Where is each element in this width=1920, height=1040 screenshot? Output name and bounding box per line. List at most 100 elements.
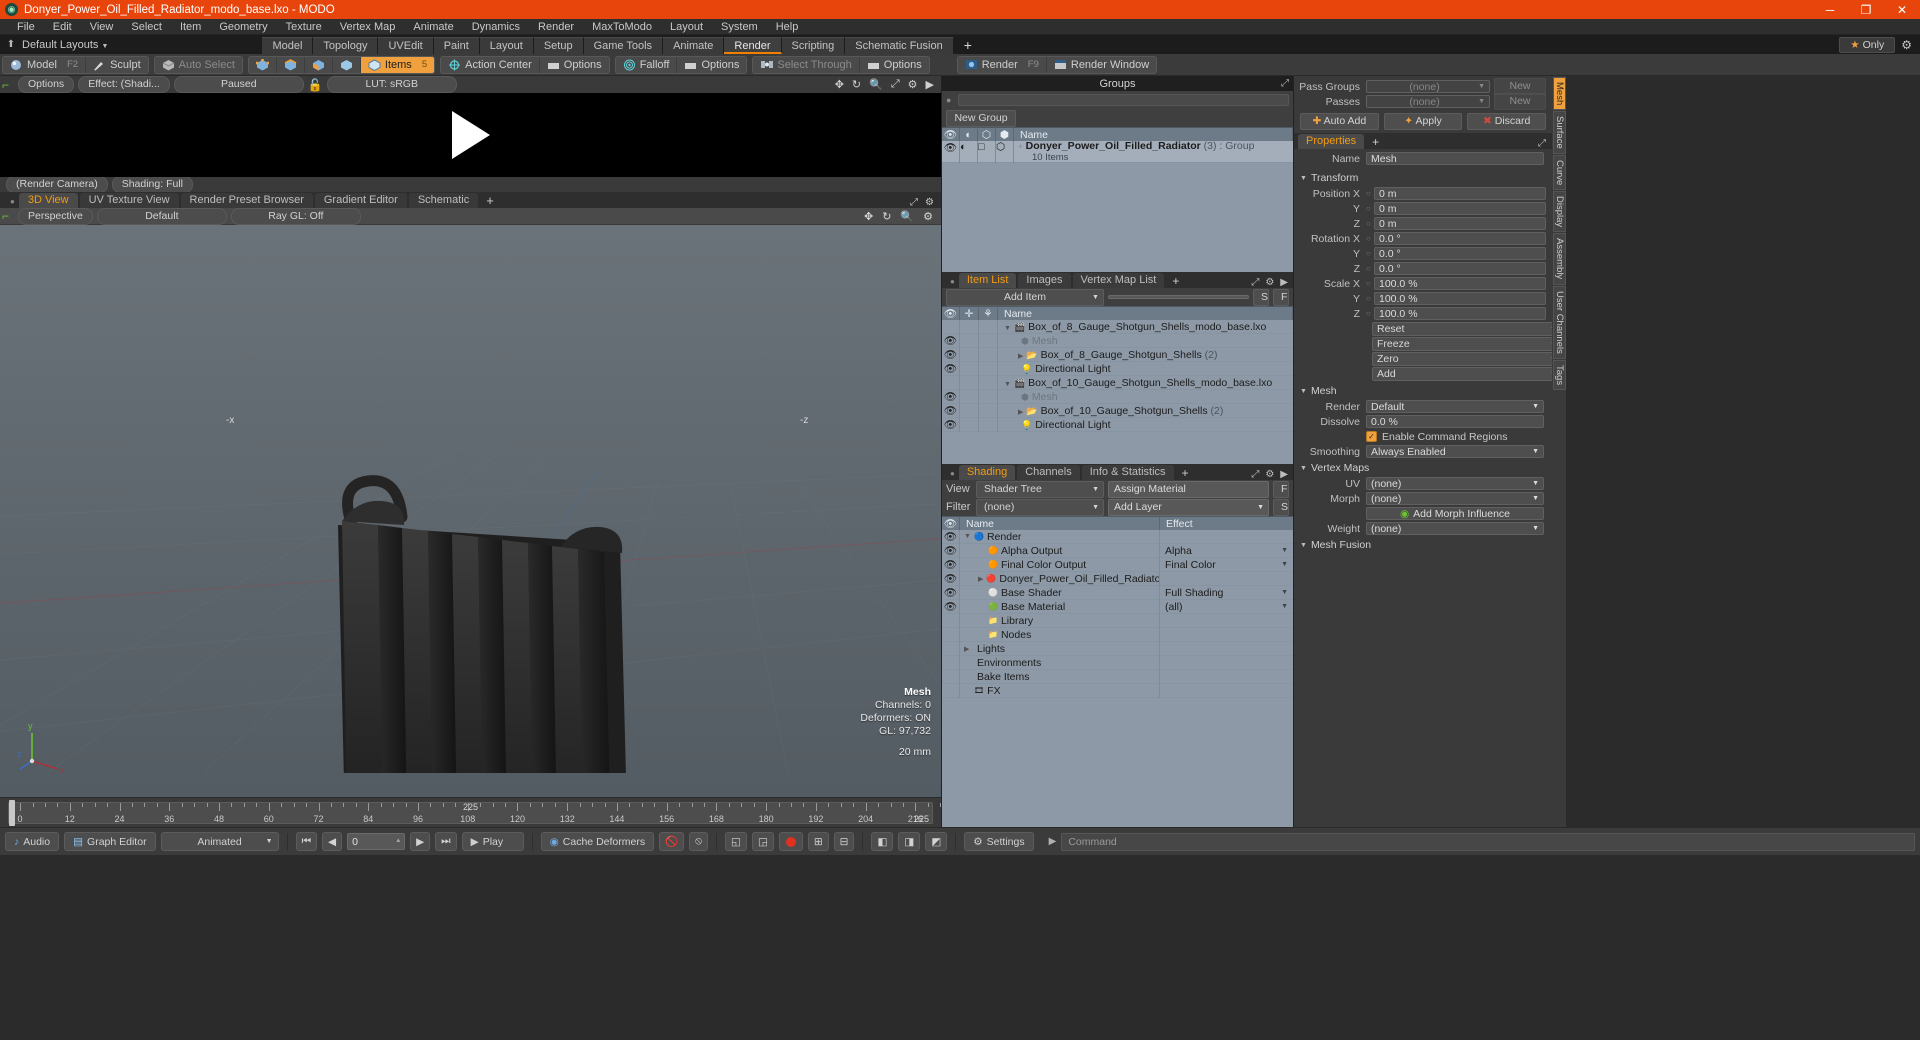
action-center-button[interactable]: Action Center — [441, 56, 540, 73]
groups-list-body[interactable]: 👁 ◐ □ ⬡ + Donyer_Power_Oil_Filled_Radiator (3… — [942, 141, 1293, 272]
shading-tree-row[interactable]: 👁 🟢 Base Material (all) ▼ — [942, 599, 1293, 614]
autokey-all-button[interactable]: ◧ — [871, 832, 894, 851]
menu-animate[interactable]: Animate — [404, 19, 462, 35]
item-axis-toggle[interactable] — [979, 389, 998, 404]
edges-mode-button[interactable] — [277, 56, 305, 73]
falloff-options-button[interactable]: Options — [677, 57, 746, 73]
item-lock-toggle[interactable] — [960, 375, 979, 390]
item-visibility-toggle[interactable]: 👁 — [942, 403, 960, 418]
layout-tab-render[interactable]: Render — [724, 37, 782, 54]
menu-texture[interactable]: Texture — [277, 19, 331, 35]
items-mode-button[interactable]: Items 5 — [360, 56, 435, 73]
graph-editor-button[interactable]: ▤ Graph Editor — [64, 832, 156, 851]
shading-dropdown[interactable]: Shading: Full — [111, 176, 193, 193]
rotation-z-anim-icon[interactable]: ○ — [1366, 264, 1374, 273]
item-visibility-toggle[interactable]: 👁 — [942, 333, 960, 348]
enable-command-regions-checkbox[interactable]: ✓ — [1366, 431, 1377, 442]
scale-y-anim-icon[interactable]: ○ — [1366, 294, 1374, 303]
rail-tab-user-channels[interactable]: User Channels — [1553, 285, 1566, 359]
position-z-anim-icon[interactable]: ○ — [1366, 219, 1374, 228]
shading-f-button[interactable]: F — [1273, 480, 1289, 498]
menu-view[interactable]: View — [81, 19, 123, 35]
weight-dropdown[interactable]: (none) ▼ — [1366, 522, 1544, 535]
play-triangle-icon[interactable] — [451, 111, 490, 159]
settings-button[interactable]: ⚙ Settings — [964, 832, 1034, 851]
position-x-input[interactable]: 0 m — [1374, 187, 1546, 200]
shading-tree-row[interactable]: Bake Items — [942, 669, 1293, 684]
shading-row-effect[interactable]: Final Color ▼ — [1160, 559, 1293, 571]
shading-tree-row[interactable]: Environments — [942, 655, 1293, 670]
gear-icon[interactable]: ⚙ — [1901, 38, 1912, 52]
group-shade-toggle[interactable]: □ — [978, 141, 996, 163]
shading-tree-row[interactable]: 📁 Library — [942, 613, 1293, 628]
gear-icon-preview[interactable]: ⚙ — [908, 78, 918, 91]
item-lock-toggle[interactable] — [960, 389, 979, 404]
layout-tab-model[interactable]: Model — [262, 37, 314, 54]
perspective-dropdown[interactable]: Perspective — [18, 207, 93, 225]
command-chevron-icon[interactable]: ▶ — [1039, 836, 1057, 847]
passes-new-button[interactable]: New — [1494, 93, 1546, 110]
viewport-tab-expand-icon[interactable]: ⤢ — [910, 197, 918, 208]
item-lock-toggle[interactable] — [960, 417, 979, 432]
item-list-row[interactable]: 👁 ▶ 📂 Box_of_10_Gauge_Shotgun_Shells (2) — [942, 403, 1293, 418]
shading-visibility-toggle[interactable] — [942, 641, 960, 656]
group-select-toggle[interactable]: ⬡ — [996, 141, 1014, 163]
name-input[interactable]: Mesh — [1366, 152, 1544, 165]
shading-visibility-toggle[interactable]: 👁 — [942, 557, 960, 572]
play-button[interactable]: ▶ Play — [461, 832, 524, 851]
render-window-button[interactable]: Render Window — [1047, 57, 1156, 73]
filter-items-input[interactable] — [1107, 295, 1249, 299]
shading-visibility-toggle[interactable] — [942, 655, 960, 670]
item-list-tab-item-list[interactable]: Item List — [958, 273, 1017, 288]
item-visibility-toggle[interactable]: 👁 — [942, 417, 960, 432]
rotation-x-anim-icon[interactable]: ○ — [1366, 234, 1374, 243]
group-expand-icon[interactable]: + — [1018, 142, 1023, 151]
group-render-toggle[interactable]: ◐ — [960, 141, 978, 163]
add-item-button[interactable]: Add Item ▼ — [946, 288, 1104, 306]
scale-y-input[interactable]: 100.0 % — [1374, 292, 1546, 305]
item-list-row[interactable]: 👁 💡 Directional Light — [942, 361, 1293, 376]
clear-cache-button[interactable]: 🚫 — [659, 832, 685, 851]
rotate-icon[interactable]: ↻ — [852, 78, 861, 91]
timeline[interactable]: 0 12 24 36 48 60 72 84 96 108 120 132 144 156 168 180 19… — [0, 797, 954, 827]
position-y-input[interactable]: 0 m — [1374, 202, 1546, 215]
item-visibility-toggle[interactable]: 👁 — [942, 389, 960, 404]
key-prev-button[interactable]: ◱ — [725, 832, 747, 851]
autokey-off-button[interactable]: ◩ — [925, 832, 948, 851]
timeline-ruler[interactable]: 0 12 24 36 48 60 72 84 96 108 120 132 144 156 168 180 19… — [8, 802, 954, 824]
menu-edit[interactable]: Edit — [44, 19, 81, 35]
rotation-x-input[interactable]: 0.0 ° — [1374, 232, 1546, 245]
minimize-button[interactable]: ─ — [1812, 0, 1848, 19]
mesh-smoothing-dropdown[interactable]: Always Enabled ▼ — [1366, 445, 1544, 458]
scale-x-input[interactable]: 100.0 % — [1374, 277, 1546, 290]
select-through-options-button[interactable]: Options — [860, 57, 929, 73]
layout-tab-setup[interactable]: Setup — [533, 37, 584, 54]
viewport-3d[interactable]: Mesh Channels: 0 Deformers: ON GL: 97,73… — [0, 225, 941, 797]
mesh-section-header[interactable]: ▼ Mesh — [1294, 382, 1566, 399]
viewport-gear-icon[interactable]: ⚙ — [923, 210, 933, 223]
fit-icon[interactable]: ⤢ — [891, 78, 900, 91]
transform-add-button[interactable]: Add▼ — [1372, 367, 1562, 381]
passes-dropdown[interactable]: (none) ▼ — [1366, 95, 1490, 108]
mesh-fusion-section-header[interactable]: ▼ Mesh Fusion — [1294, 536, 1566, 553]
viewport-pan-icon[interactable]: ✥ — [864, 210, 873, 223]
discard-button[interactable]: ✖ Discard — [1467, 112, 1547, 130]
vertex-maps-section-header[interactable]: ▼ Vertex Maps — [1294, 459, 1566, 476]
only-toggle[interactable]: ★ Only — [1839, 36, 1896, 53]
layout-tab-schematic-fusion[interactable]: Schematic Fusion — [845, 37, 954, 54]
rail-tab-assembly[interactable]: Assembly — [1553, 233, 1566, 285]
assign-material-input[interactable]: Assign Material — [1108, 480, 1269, 498]
item-axis-toggle[interactable] — [979, 417, 998, 432]
item-list-row[interactable]: 👁 💡 Directional Light — [942, 417, 1293, 432]
item-list-row[interactable]: ▼ 🎬 Box_of_10_Gauge_Shotgun_Shells_modo_ba… — [942, 375, 1293, 390]
shading-visibility-toggle[interactable] — [942, 627, 960, 642]
menu-system[interactable]: System — [712, 19, 767, 35]
shading-visibility-toggle[interactable]: 👁 — [942, 571, 960, 586]
preview-lut-dropdown[interactable]: LUT: sRGB — [326, 76, 457, 93]
apply-button[interactable]: ✦ Apply — [1383, 112, 1463, 130]
key-next-button[interactable]: ◲ — [751, 832, 774, 851]
viewport-tab-3d-view[interactable]: 3D View — [18, 193, 78, 208]
shading-tree-row[interactable]: ▶ Lights — [942, 641, 1293, 656]
preview-effect-dropdown[interactable]: Effect: (Shadi... — [78, 76, 170, 93]
timeline-playhead[interactable] — [9, 800, 15, 826]
